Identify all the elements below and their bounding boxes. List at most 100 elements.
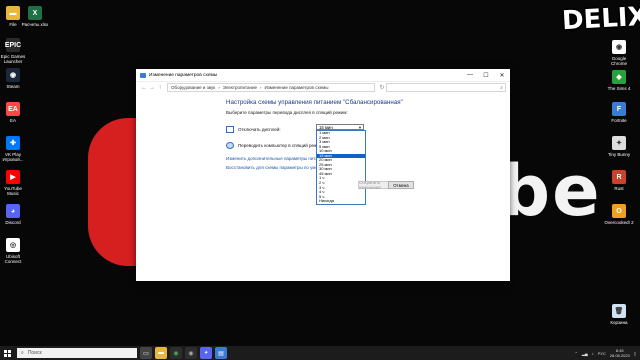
- breadcrumb-separator: ›: [218, 85, 220, 90]
- control-panel-icon: [140, 72, 146, 78]
- desktop-shortcut-label: Discord: [5, 220, 21, 225]
- ea-icon: EA: [6, 102, 20, 116]
- chrome-icon[interactable]: ◉: [170, 347, 182, 359]
- control-panel-icon[interactable]: ▤: [215, 347, 227, 359]
- taskbar-search-text: Поиск: [27, 350, 42, 356]
- up-arrow-icon[interactable]: ↑: [156, 85, 164, 91]
- desktop-shortcut-label: Расчеты.xlsx: [21, 22, 49, 27]
- desktop-shortcut[interactable]: X Расчеты.xlsx: [20, 6, 50, 27]
- file-explorer-icon[interactable]: ▬: [155, 347, 167, 359]
- desktop-shortcut-label: VK Play Игровой...: [2, 152, 24, 162]
- task-view-icon[interactable]: ▭: [140, 347, 152, 359]
- sims-icon: ◆: [612, 70, 626, 84]
- delix-logo: DELIX: [561, 1, 640, 37]
- ubisoft-icon: ◎: [6, 238, 20, 252]
- page-title: Настройка схемы управления питанием "Сба…: [226, 99, 403, 106]
- minimize-button[interactable]: —: [462, 69, 478, 81]
- desktop-shortcut-label: Google Chrome: [610, 56, 627, 66]
- page-subtitle: Выберите параметры перевода дисплея в сп…: [226, 110, 348, 115]
- maximize-button[interactable]: ☐: [478, 69, 494, 81]
- vk-play-icon: ✚: [6, 136, 20, 150]
- breadcrumb-item[interactable]: Электропитание: [223, 85, 257, 90]
- select-value: 15 мин: [319, 124, 333, 130]
- clock-date: 28.08.2023: [609, 353, 630, 358]
- tiny-bunny-icon: ✦: [612, 136, 626, 150]
- start-button[interactable]: [0, 346, 14, 360]
- desktop-shortcut-label: The Sims 4: [607, 86, 631, 91]
- discord-icon[interactable]: ◕: [200, 347, 212, 359]
- window-title: Изменение параметров схемы: [149, 72, 218, 78]
- breadcrumb-separator: ›: [259, 85, 262, 90]
- wallpaper-text: be: [500, 150, 602, 232]
- display-off-row: Отключать дисплей:: [226, 124, 506, 134]
- breadcrumb-item[interactable]: Оборудование и звук: [171, 85, 215, 90]
- desktop-shortcut[interactable]: ◉ Google Chrome: [604, 40, 634, 66]
- rust-icon: R: [612, 170, 626, 184]
- advanced-settings-link[interactable]: Изменить дополнительные параметры питани…: [226, 156, 506, 161]
- desktop-shortcut-label: Epic Games Launcher: [0, 54, 26, 64]
- close-button[interactable]: ✕: [494, 69, 510, 81]
- fortnite-icon: F: [612, 102, 626, 116]
- breadcrumb[interactable]: Оборудование и звук › Электропитание › Измен…: [167, 83, 375, 92]
- desktop-shortcut[interactable]: F Fortnite: [604, 102, 634, 123]
- overcooked-icon: O: [612, 204, 626, 218]
- desktop-shortcut[interactable]: EA EA: [0, 102, 28, 123]
- desktop-shortcut[interactable]: ✦ Tiny Bunny: [604, 136, 634, 157]
- settings-content: Настройка схемы управления питанием "Сба…: [226, 99, 506, 174]
- taskbar-search[interactable]: ⌕ Поиск: [17, 348, 137, 358]
- desktop-shortcut[interactable]: ✚ VK Play Игровой...: [0, 136, 28, 162]
- taskbar: ⌕ Поиск ▭ ▬ ◉ ◉ ◕ ▤ ⌃ ▂▄ ♪ РУС 8:45 28.0…: [0, 346, 640, 360]
- display-off-dropdown[interactable]: 1 мин 2 мин 3 мин 5 мин 10 мин 15 мин 20 мин 25…: [316, 130, 366, 205]
- sleep-row: Переводить компьютер в спящий режим:: [226, 140, 506, 150]
- cancel-button[interactable]: Отмена: [388, 181, 414, 189]
- desktop-shortcut-label: YouTube Music: [4, 186, 22, 196]
- search-icon: ⌕: [21, 350, 24, 356]
- desktop-shortcut-label: Корзина: [610, 320, 628, 325]
- desktop-shortcut[interactable]: ▶ YouTube Music: [0, 170, 28, 196]
- refresh-icon[interactable]: ↻: [378, 84, 386, 91]
- windows-logo-icon: [3, 349, 11, 357]
- titlebar: Изменение параметров схемы — ☐ ✕: [136, 69, 510, 82]
- search-icon: ⌕: [500, 84, 503, 91]
- monitor-icon: [226, 125, 234, 133]
- recycle-bin-icon: 🗑: [612, 304, 626, 318]
- notifications-icon[interactable]: ▯: [634, 351, 636, 356]
- address-bar: ← → ↑ Оборудование и звук › Электропитание…: [136, 82, 510, 93]
- clock[interactable]: 8:45 28.08.2023: [610, 348, 630, 358]
- dropdown-option[interactable]: Никогда: [317, 199, 365, 204]
- desktop-shortcut[interactable]: 🗑 Корзина: [604, 304, 634, 325]
- desktop-shortcut[interactable]: O Overcooked! 2: [604, 204, 634, 225]
- desktop-shortcut-label: Rust: [614, 186, 624, 191]
- excel-icon: X: [28, 6, 42, 20]
- folder-icon: ▬: [6, 6, 20, 20]
- desktop-shortcut-label: Steam: [6, 84, 20, 89]
- chevron-up-icon[interactable]: ⌃: [574, 351, 577, 356]
- epic-games-icon: EPIC: [5, 38, 21, 52]
- steam-icon: ◉: [6, 68, 20, 82]
- desktop-shortcut[interactable]: ◕ Discord: [0, 204, 28, 225]
- youtube-music-icon: ▶: [6, 170, 20, 184]
- desktop-shortcut[interactable]: ◉ Steam: [0, 68, 28, 89]
- search-input[interactable]: ⌕: [386, 83, 506, 92]
- discord-icon: ◕: [6, 204, 20, 218]
- desktop-shortcut-label: Overcooked! 2: [604, 220, 634, 225]
- language-indicator[interactable]: РУС: [598, 351, 606, 356]
- desktop-shortcut-label: Ubisoft Connect: [4, 254, 22, 264]
- network-icon[interactable]: ▂▄: [582, 351, 588, 356]
- sleep-globe-icon: [226, 141, 234, 149]
- restore-defaults-link[interactable]: Восстановить для схемы параметры по умол…: [226, 165, 506, 170]
- desktop-shortcut-label: Fortnite: [611, 118, 627, 123]
- power-settings-window: Изменение параметров схемы — ☐ ✕ ← → ↑ О…: [136, 69, 510, 281]
- volume-icon[interactable]: ♪: [592, 351, 594, 356]
- desktop-shortcut[interactable]: EPIC Epic Games Launcher: [0, 38, 28, 64]
- desktop-shortcut[interactable]: ◆ The Sims 4: [604, 70, 634, 91]
- forward-arrow-icon[interactable]: →: [148, 85, 156, 91]
- desktop-shortcut-label: EA: [9, 118, 16, 123]
- desktop-shortcut-label: Tiny Bunny: [607, 152, 631, 157]
- desktop-shortcut[interactable]: R Rust: [604, 170, 634, 191]
- steam-icon[interactable]: ◉: [185, 347, 197, 359]
- back-arrow-icon[interactable]: ←: [140, 85, 148, 91]
- desktop-shortcut[interactable]: ◎ Ubisoft Connect: [0, 238, 28, 264]
- breadcrumb-item[interactable]: Изменение параметров схемы: [264, 85, 328, 90]
- chrome-icon: ◉: [612, 40, 626, 54]
